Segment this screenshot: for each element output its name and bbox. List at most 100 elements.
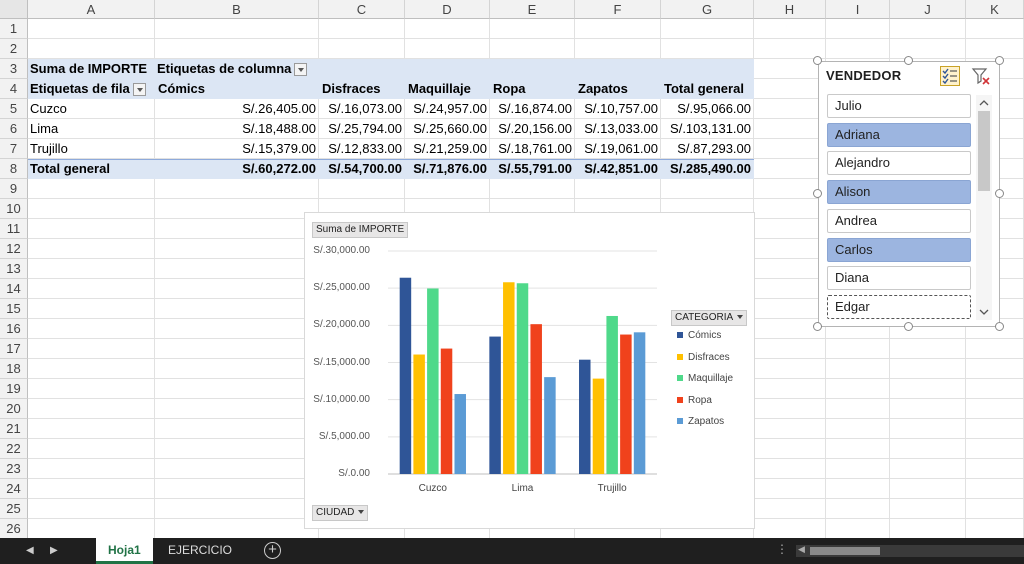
pivot-row-labels[interactable]: Etiquetas de fila — [30, 79, 156, 99]
row-header-6[interactable]: 6 — [0, 119, 28, 139]
row-header-4[interactable]: 4 — [0, 79, 28, 99]
column-header-f[interactable]: F — [575, 0, 661, 19]
pivot-value-cell[interactable]: S/.12,833.00 — [319, 139, 405, 159]
column-header-c[interactable]: C — [319, 0, 405, 19]
row-header-14[interactable]: 14 — [0, 279, 28, 299]
scroll-down-icon[interactable] — [976, 306, 992, 318]
legend-item[interactable]: Zapatos — [677, 416, 724, 427]
pivot-row-label[interactable]: Lima — [30, 119, 154, 139]
legend-item[interactable]: Ropa — [677, 395, 712, 406]
select-all-corner[interactable] — [0, 0, 28, 19]
column-header-d[interactable]: D — [405, 0, 490, 19]
pivot-value-cell[interactable]: S/.103,131.00 — [661, 119, 754, 139]
row-header-22[interactable]: 22 — [0, 439, 28, 459]
resize-handle[interactable] — [904, 56, 913, 65]
row-header-12[interactable]: 12 — [0, 239, 28, 259]
vendedor-slicer[interactable]: VENDEDOR Julio Adriana Alejandro Alison Andr… — [818, 61, 1000, 327]
bar-maquillaje-lima[interactable] — [516, 283, 529, 474]
pivot-value-cell[interactable]: S/.87,293.00 — [661, 139, 754, 159]
row-header-13[interactable]: 13 — [0, 259, 28, 279]
pivot-value-cell[interactable]: S/.18,761.00 — [490, 139, 575, 159]
row-header-11[interactable]: 11 — [0, 219, 28, 239]
row-header-21[interactable]: 21 — [0, 419, 28, 439]
bar-cómics-trujillo[interactable] — [579, 359, 591, 474]
slicer-scrollbar[interactable] — [976, 95, 992, 320]
pivot-value-cell[interactable]: S/.16,874.00 — [490, 99, 575, 119]
pivot-value-cell[interactable]: S/.60,272.00 — [155, 159, 319, 179]
bar-zapatos-lima[interactable] — [544, 377, 556, 474]
slicer-item-diana[interactable]: Diana — [827, 266, 971, 291]
legend-item[interactable]: Cómics — [677, 330, 721, 341]
slicer-item-julio[interactable]: Julio — [827, 94, 971, 118]
row-header-3[interactable]: 3 — [0, 59, 28, 79]
resize-handle[interactable] — [813, 322, 822, 331]
bar-disfraces-cuzco[interactable] — [413, 354, 425, 474]
column-header-a[interactable]: A — [28, 0, 155, 19]
pivot-header-cell[interactable]: Disfraces — [322, 79, 405, 99]
pivot-value-cell[interactable]: S/.19,061.00 — [575, 139, 661, 159]
pivot-value-cell[interactable]: S/.13,033.00 — [575, 119, 661, 139]
pivot-header-cell[interactable]: Total general — [664, 79, 754, 99]
column-header-h[interactable]: H — [754, 0, 826, 19]
row-header-23[interactable]: 23 — [0, 459, 28, 479]
bar-maquillaje-cuzco[interactable] — [427, 288, 439, 474]
pivot-row-label[interactable]: Cuzco — [30, 99, 154, 119]
bar-ropa-lima[interactable] — [530, 324, 542, 474]
pivot-value-cell[interactable]: S/.16,073.00 — [319, 99, 405, 119]
pivot-row-label[interactable]: Total general — [30, 159, 154, 179]
legend-item[interactable]: Maquillaje — [677, 373, 733, 384]
bar-disfraces-trujillo[interactable] — [592, 378, 605, 474]
column-header-k[interactable]: K — [966, 0, 1024, 19]
slicer-item-andrea[interactable]: Andrea — [827, 208, 971, 233]
resize-handle[interactable] — [995, 56, 1004, 65]
scroll-left-icon[interactable]: ◀ — [798, 544, 805, 555]
row-header-20[interactable]: 20 — [0, 399, 28, 419]
resize-handle[interactable] — [904, 322, 913, 331]
pivot-value-cell[interactable]: S/.26,405.00 — [155, 99, 319, 119]
sheet-tab-hoja1[interactable]: Hoja1 — [96, 538, 153, 564]
chart-legend-field-button[interactable]: CATEGORIA — [671, 310, 748, 326]
pivot-value-cell[interactable]: S/.21,259.00 — [405, 139, 490, 159]
more-options-icon[interactable]: ⋮ — [776, 542, 788, 556]
column-header-j[interactable]: J — [890, 0, 966, 19]
bar-ropa-trujillo[interactable] — [620, 334, 632, 474]
slicer-item-alison[interactable]: Alison — [827, 180, 971, 205]
pivot-value-cell[interactable]: S/.10,757.00 — [575, 99, 661, 119]
prev-sheet-icon[interactable]: ◀ — [26, 545, 34, 556]
column-header-g[interactable]: G — [661, 0, 754, 19]
resize-handle[interactable] — [813, 56, 822, 65]
row-header-18[interactable]: 18 — [0, 359, 28, 379]
pivot-column-labels[interactable]: Etiquetas de columna — [157, 59, 321, 79]
pivot-value-cell[interactable]: S/.25,660.00 — [405, 119, 490, 139]
slicer-item-carlos[interactable]: Carlos — [827, 237, 971, 262]
pivot-header-cell[interactable]: Zapatos — [578, 79, 661, 99]
pivot-header-cell[interactable]: Ropa — [493, 79, 575, 99]
horizontal-scrollbar[interactable]: ◀ — [796, 544, 1024, 557]
row-header-17[interactable]: 17 — [0, 339, 28, 359]
pivot-value-cell[interactable]: S/.71,876.00 — [405, 159, 490, 179]
column-header-b[interactable]: B — [155, 0, 319, 19]
pivot-value-cell[interactable]: S/.20,156.00 — [490, 119, 575, 139]
row-header-1[interactable]: 1 — [0, 19, 28, 39]
row-header-10[interactable]: 10 — [0, 199, 28, 219]
resize-handle[interactable] — [995, 322, 1004, 331]
pivot-header-cell[interactable]: Maquillaje — [408, 79, 490, 99]
bar-cómics-cuzco[interactable] — [399, 277, 412, 474]
column-header-i[interactable]: I — [826, 0, 890, 19]
resize-handle[interactable] — [995, 189, 1004, 198]
pivot-header-cell[interactable]: Cómics — [158, 79, 319, 99]
row-header-26[interactable]: 26 — [0, 519, 28, 539]
resize-handle[interactable] — [813, 189, 822, 198]
pivot-value-cell[interactable]: S/.25,794.00 — [319, 119, 405, 139]
row-header-2[interactable]: 2 — [0, 39, 28, 59]
column-filter-dropdown-icon[interactable] — [294, 63, 308, 77]
bar-maquillaje-trujillo[interactable] — [606, 315, 618, 474]
column-header-e[interactable]: E — [490, 0, 575, 19]
bar-disfraces-lima[interactable] — [503, 282, 515, 474]
bar-zapatos-trujillo[interactable] — [633, 332, 646, 474]
scroll-up-icon[interactable] — [976, 97, 992, 109]
row-header-24[interactable]: 24 — [0, 479, 28, 499]
pivot-value-cell[interactable]: S/.24,957.00 — [405, 99, 490, 119]
row-header-16[interactable]: 16 — [0, 319, 28, 339]
bar-cómics-lima[interactable] — [489, 336, 501, 474]
